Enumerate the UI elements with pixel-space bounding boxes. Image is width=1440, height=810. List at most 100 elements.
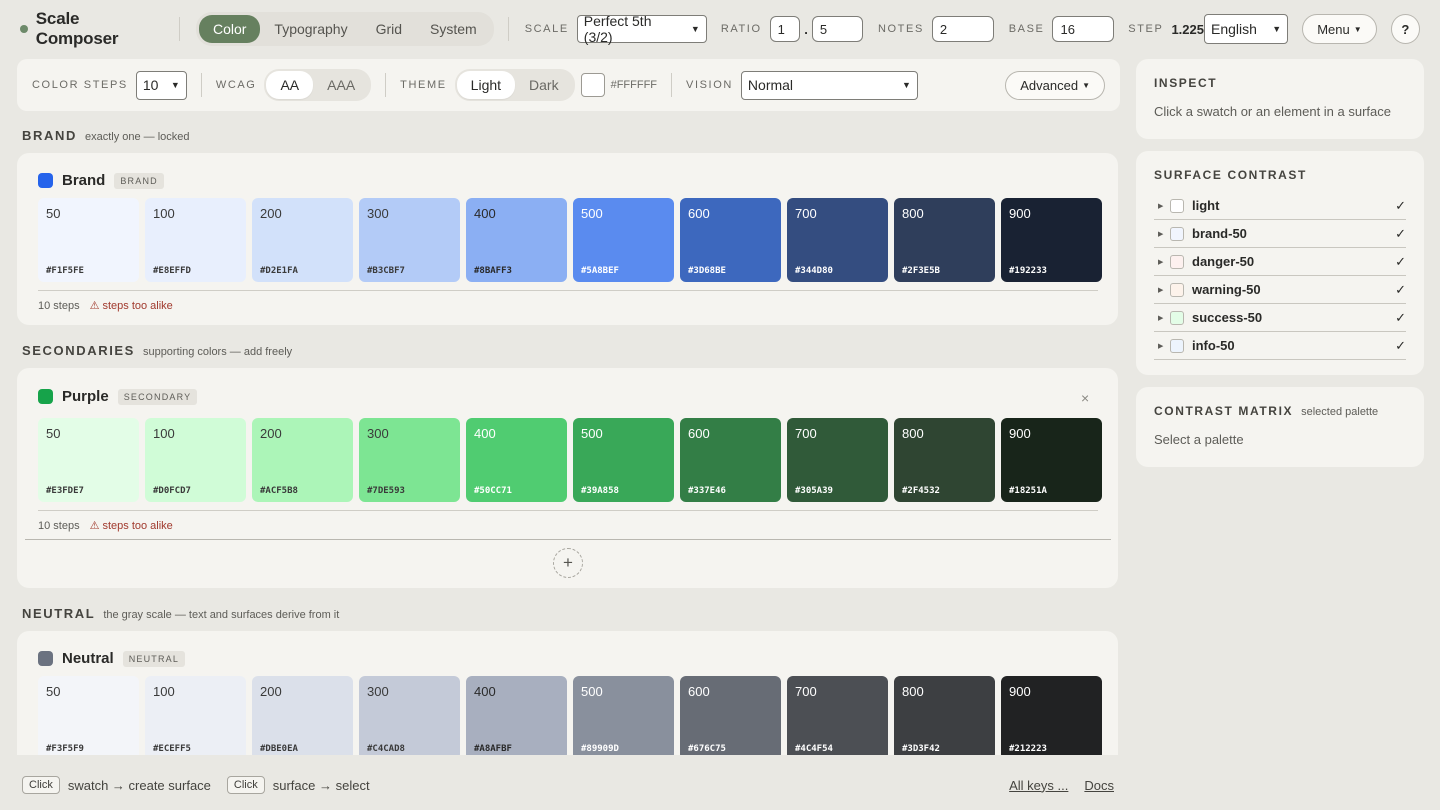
docs-link[interactable]: Docs [1084,778,1114,793]
divider [200,73,202,97]
tab-typography[interactable]: Typography [260,15,361,43]
swatch-100[interactable]: 100 #E8EFFD [145,198,246,282]
tab-color[interactable]: Color [198,15,261,43]
swatch-700[interactable]: 700 #305A39 [787,418,888,502]
divider [25,539,1111,540]
expand-triangle-icon[interactable]: ▶ [1154,202,1170,210]
vision-label: VISION [686,79,733,91]
expand-triangle-icon[interactable]: ▶ [1154,258,1170,266]
swatch-600[interactable]: 600 #337E46 [680,418,781,502]
swatch-500[interactable]: 500 #39A858 [573,418,674,502]
wcag-aa-option[interactable]: AA [266,71,314,99]
app-title: Scale Composer [35,9,119,48]
palette-name: Purple [62,388,109,405]
scale-select-value: Perfect 5th (3/2) [583,13,652,45]
tab-grid[interactable]: Grid [362,15,416,43]
swatch-hex: #3D68BE [688,266,726,276]
section-subtitle: supporting colors — add freely [142,346,293,358]
swatch-600[interactable]: 600 #3D68BE [680,198,781,282]
swatch-step: 500 [581,684,603,699]
bottom-bar: Click swatch → create surface Click surf… [22,775,1114,795]
surface-row-light[interactable]: ▶ light ✓ [1154,192,1406,220]
hint-text: surface → select [272,777,370,793]
swatch-500[interactable]: 500 #89909D [573,676,674,755]
help-button[interactable]: ? [1390,14,1420,44]
swatch-800[interactable]: 800 #2F4532 [894,418,995,502]
swatch-50[interactable]: 50 #F1F5FE [38,198,139,282]
add-palette-button[interactable]: + [553,548,583,578]
section-title: BRAND [22,128,77,143]
swatch-step: 100 [153,206,175,221]
theme-light-option[interactable]: Light [456,71,516,99]
wcag-aaa-option[interactable]: AAA [313,71,369,99]
swatch-400[interactable]: 400 #8BAFF3 [466,198,567,282]
scale-select[interactable]: Perfect 5th (3/2) ▼ [576,13,707,45]
plus-icon: + [563,553,573,572]
theme-dark-option[interactable]: Dark [515,71,573,99]
swatch-300[interactable]: 300 #B3CBF7 [359,198,460,282]
ratio-separator: . [804,21,808,37]
swatch-hex: #50CC71 [474,486,512,496]
vision-select[interactable]: Normal ▼ [740,70,918,100]
palette-color-dot[interactable] [38,389,53,404]
check-icon: ✓ [1395,281,1406,297]
ratio-denominator-input[interactable]: 5 [811,16,863,42]
swatch-step: 200 [260,206,282,221]
swatch-200[interactable]: 200 #ACF5B8 [252,418,353,502]
advanced-button[interactable]: Advanced ▼ [1005,70,1105,100]
swatch-200[interactable]: 200 #D2E1FA [252,198,353,282]
swatch-50[interactable]: 50 #F3F5F9 [38,676,139,755]
swatch-500[interactable]: 500 #5A8BEF [573,198,674,282]
base-input[interactable]: 16 [1052,16,1115,42]
swatch-700[interactable]: 700 #344D80 [787,198,888,282]
expand-triangle-icon[interactable]: ▶ [1154,314,1170,322]
swatch-100[interactable]: 100 #D0FCD7 [145,418,246,502]
swatch-200[interactable]: 200 #DBE0EA [252,676,353,755]
surface-row-danger-50[interactable]: ▶ danger-50 ✓ [1154,248,1406,276]
color-steps-select[interactable]: 10 ▼ [135,70,187,100]
swatch-hex: #C4CAD8 [367,744,405,754]
swatch-900[interactable]: 900 #192233 [1001,198,1102,282]
expand-triangle-icon[interactable]: ▶ [1154,342,1170,350]
swatch-400[interactable]: 400 #50CC71 [466,418,567,502]
swatch-step: 200 [260,426,282,441]
swatch-100[interactable]: 100 #ECEFF5 [145,676,246,755]
swatch-900[interactable]: 900 #212223 [1001,676,1102,755]
swatch-400[interactable]: 400 #A8AFBF [466,676,567,755]
surface-row-info-50[interactable]: ▶ info-50 ✓ [1154,332,1406,360]
surface-contrast-title: SURFACE CONTRAST [1154,168,1307,182]
swatch-900[interactable]: 900 #18251A [1001,418,1102,502]
swatch-800[interactable]: 800 #3D3F42 [894,676,995,755]
section-subtitle: the gray scale — text and surfaces deriv… [103,609,340,621]
scale-label: SCALE [524,23,569,35]
expand-triangle-icon[interactable]: ▶ [1154,230,1170,238]
steps-warning: steps too alike [102,519,173,532]
check-icon: ✓ [1395,253,1406,269]
all-keys-link[interactable]: All keys ... [1009,778,1068,793]
surface-row-brand-50[interactable]: ▶ brand-50 ✓ [1154,220,1406,248]
swatch-step: 50 [46,426,61,441]
surface-contrast-panel: SURFACE CONTRAST ▶ light ✓ ▶ brand-50 ✓ ▶ dange… [1136,151,1424,375]
background-color-swatch[interactable] [580,73,605,97]
remove-palette-button[interactable]: × [1081,390,1089,406]
expand-triangle-icon[interactable]: ▶ [1154,286,1170,294]
swatch-step: 600 [688,426,710,441]
surface-name: light [1192,198,1220,213]
palette-color-dot[interactable] [38,651,53,666]
vision-select-value: Normal [747,77,794,93]
swatch-50[interactable]: 50 #E3FDE7 [38,418,139,502]
swatch-600[interactable]: 600 #676C75 [680,676,781,755]
swatch-800[interactable]: 800 #2F3E5B [894,198,995,282]
surface-row-success-50[interactable]: ▶ success-50 ✓ [1154,304,1406,332]
swatch-700[interactable]: 700 #4C4F54 [787,676,888,755]
palette-color-dot[interactable] [38,173,53,188]
ratio-numerator-input[interactable]: 1 [769,16,801,42]
swatch-300[interactable]: 300 #C4CAD8 [359,676,460,755]
menu-button[interactable]: Menu ▼ [1302,14,1377,44]
notes-input[interactable]: 2 [931,16,994,42]
neutral-section-header: NEUTRAL the gray scale — text and surfac… [22,606,339,621]
tab-system[interactable]: System [416,15,491,43]
surface-row-warning-50[interactable]: ▶ warning-50 ✓ [1154,276,1406,304]
swatch-300[interactable]: 300 #7DE593 [359,418,460,502]
language-select[interactable]: English ▼ [1203,14,1289,44]
